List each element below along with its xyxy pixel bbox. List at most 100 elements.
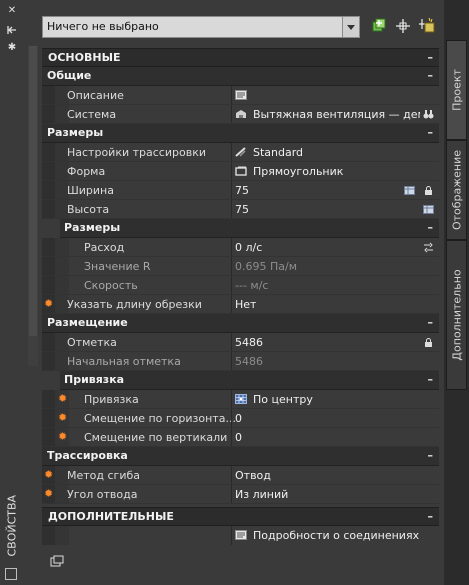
category-dopolnitelnye[interactable]: ДОПОЛНИТЕЛЬНЫЕ – [42, 507, 439, 526]
property-row-sistema[interactable]: Система Вытяжная вентиляция — дем [42, 105, 439, 124]
collapse-icon[interactable]: – [428, 221, 434, 234]
property-value[interactable]: 0 [235, 412, 242, 425]
property-row-dlina-obrezki[interactable]: ✹ Указать длину обрезки Нет [42, 295, 439, 314]
collapse-icon[interactable]: – [428, 316, 434, 329]
property-value[interactable]: 0 л/с [235, 241, 262, 254]
lock-icon[interactable] [423, 185, 434, 196]
text-editor-icon [235, 90, 247, 100]
property-row-skorost[interactable]: Скорость --- м/с [42, 276, 439, 295]
property-value[interactable] [235, 89, 253, 102]
palette-tabs: Проект Отображение Дополнительно [444, 0, 469, 585]
property-value[interactable]: 5486 [235, 336, 263, 349]
scrollbar-thumb[interactable] [29, 46, 37, 336]
property-row-otmetka[interactable]: Отметка 5486 [42, 333, 439, 352]
selection-dropdown-value: Ничего не выбрано [47, 20, 159, 33]
property-row-privyazka[interactable]: ✹ Привязка По центру [42, 390, 439, 409]
toggle-pickadd-icon[interactable] [418, 17, 436, 35]
property-row-ugol-otvoda[interactable]: ✹ Угол отвода Из линий [42, 485, 439, 504]
collapse-icon[interactable]: – [428, 373, 434, 386]
properties-panel: Ничего не выбрано ОСНОВНЫЕ – Общие – Опи… [24, 0, 444, 585]
modified-marker-icon: ✹ [44, 297, 54, 310]
property-name: Начальная отметка [67, 355, 181, 368]
collapse-icon[interactable]: – [428, 449, 434, 462]
select-objects-icon[interactable] [394, 17, 412, 35]
rectangle-shape-icon [235, 166, 247, 176]
property-row-smeshchenie-vert[interactable]: ✹ Смещение по вертикали 0 [42, 428, 439, 447]
property-name: Смещение по вертикали [84, 431, 228, 444]
lock-icon[interactable] [423, 337, 434, 348]
property-value[interactable]: 75 [235, 184, 249, 197]
group-obshchie[interactable]: Общие – [42, 67, 439, 86]
modified-marker-icon: ✹ [58, 392, 68, 405]
property-row-vysota[interactable]: Высота 75 [42, 200, 439, 219]
tab-dopolnitelno[interactable]: Дополнительно [446, 240, 467, 390]
group-label: Размеры [47, 126, 104, 139]
property-name: Система [67, 108, 117, 121]
property-name: Описание [67, 89, 124, 102]
category-label: ДОПОЛНИТЕЛЬНЫЕ [48, 510, 174, 523]
property-row-raskhod[interactable]: Расход 0 л/с [42, 238, 439, 257]
property-row-metod-sgiba[interactable]: ✹ Метод сгиба Отвод [42, 466, 439, 485]
property-value[interactable]: По центру [235, 393, 313, 406]
binoculars-icon[interactable] [423, 109, 434, 120]
property-name: Высота [67, 203, 110, 216]
property-row-smeshchenie-gor[interactable]: ✹ Смещение по горизонта... 0 [42, 409, 439, 428]
property-name: Угол отвода [67, 488, 138, 501]
property-row-opisanie[interactable]: Описание [42, 86, 439, 105]
property-grid: ОСНОВНЫЕ – Общие – Описание Система Вытя… [42, 46, 439, 546]
modified-marker-icon: ✹ [44, 487, 54, 500]
collapse-icon[interactable]: – [428, 51, 434, 64]
autohide-icon[interactable] [6, 24, 18, 36]
property-value[interactable]: Из линий [235, 488, 288, 501]
group-razmeshchenie[interactable]: Размещение – [42, 314, 439, 333]
group-label: Общие [47, 69, 92, 82]
scrollbar[interactable] [28, 46, 38, 366]
property-row-shirina[interactable]: Ширина 75 [42, 181, 439, 200]
category-osnovnye[interactable]: ОСНОВНЫЕ – [42, 48, 439, 67]
size-table-icon[interactable] [404, 185, 415, 196]
property-row-znachenie-r[interactable]: Значение R 0.695 Па/м [42, 257, 439, 276]
group-razmery[interactable]: Размеры – [42, 124, 439, 143]
property-value[interactable]: Отвод [235, 469, 271, 482]
subgroup-razmery[interactable]: Размеры – [42, 219, 439, 238]
property-value[interactable]: Подробности о соединениях [235, 529, 419, 542]
settings-icon[interactable]: ✱ [6, 42, 18, 54]
tab-otobrazhenie[interactable]: Отображение [446, 140, 467, 240]
collapse-icon[interactable]: – [428, 510, 434, 523]
property-value[interactable]: 0 [235, 431, 242, 444]
size-table-icon[interactable] [423, 204, 434, 215]
collapse-icon[interactable]: – [428, 126, 434, 139]
category-label: ОСНОВНЫЕ [48, 51, 121, 64]
properties-icon[interactable] [5, 568, 17, 580]
property-row-nastroyki[interactable]: Настройки трассировки Standard [42, 143, 439, 162]
tab-proekt[interactable]: Проект [446, 40, 467, 140]
property-value[interactable]: Standard [235, 146, 303, 159]
quick-select-icon[interactable] [370, 17, 388, 35]
subgroup-privyazka[interactable]: Привязка – [42, 371, 439, 390]
palette-title-bar: ✕ ✱ СВОЙСТВА [0, 0, 25, 585]
group-label: Размещение [47, 316, 128, 329]
selection-dropdown[interactable]: Ничего не выбрано [42, 16, 360, 38]
property-row-podrobnosti[interactable]: Подробности о соединениях [42, 526, 439, 545]
property-value[interactable]: Прямоугольник [235, 165, 343, 178]
properties-icon[interactable] [50, 555, 64, 567]
property-name: Смещение по горизонта... [84, 412, 236, 425]
group-label: Трассировка [47, 449, 128, 462]
property-value[interactable]: Вытяжная вентиляция — дем [235, 108, 420, 121]
modified-marker-icon: ✹ [58, 411, 68, 424]
group-trassirovka[interactable]: Трассировка – [42, 447, 439, 466]
property-name: Привязка [84, 393, 139, 406]
property-name: Скорость [84, 279, 138, 292]
modified-marker-icon: ✹ [58, 430, 68, 443]
close-icon[interactable]: ✕ [6, 5, 18, 17]
collapse-icon[interactable]: – [428, 69, 434, 82]
property-value: 5486 [235, 355, 263, 368]
property-value[interactable]: 75 [235, 203, 249, 216]
flow-calc-icon[interactable] [423, 242, 434, 253]
chevron-down-icon[interactable] [342, 17, 359, 37]
property-row-forma[interactable]: Форма Прямоугольник [42, 162, 439, 181]
property-value[interactable]: Нет [235, 298, 256, 311]
property-name: Указать длину обрезки [67, 298, 202, 311]
property-row-nach-otmetka[interactable]: Начальная отметка 5486 [42, 352, 439, 371]
selection-toolbar: Ничего не выбрано [24, 0, 444, 44]
